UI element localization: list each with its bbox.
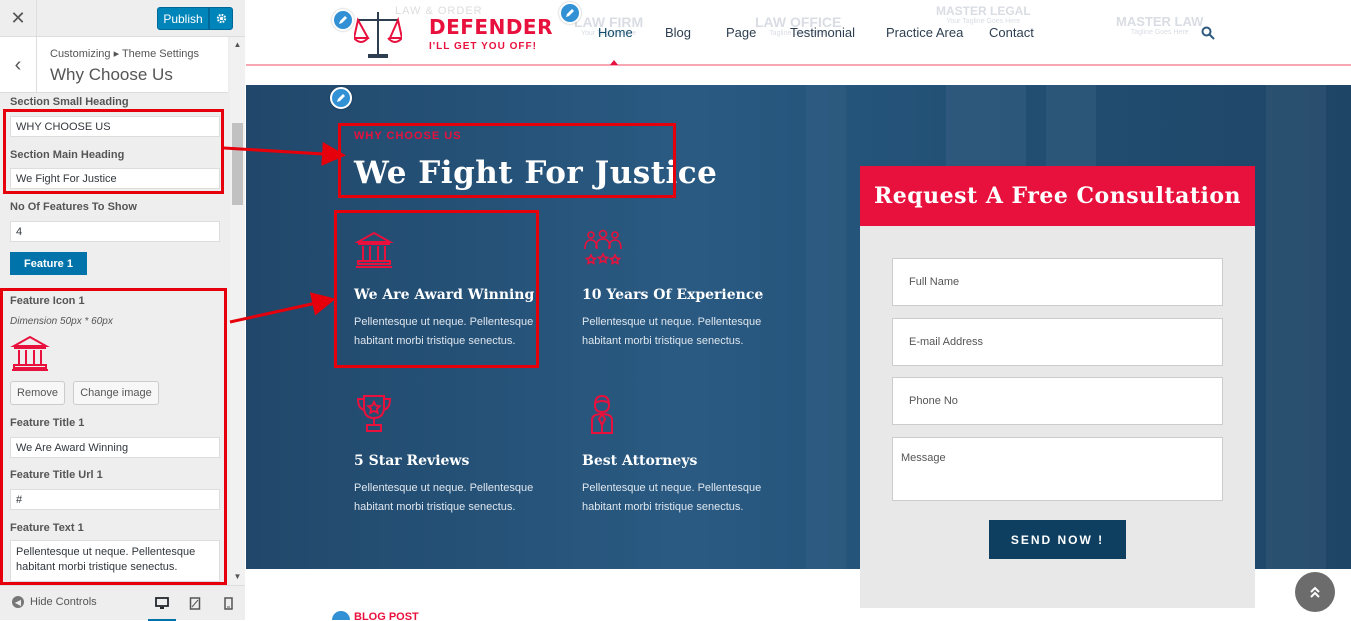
nav-practice-area[interactable]: Practice Area (886, 25, 963, 40)
ghost-logo-3: MASTER LEGAL Your Tagline Goes Here (936, 4, 1031, 25)
main-heading-label: Section Main Heading (10, 149, 125, 161)
scroll-down-icon[interactable]: ▼ (230, 570, 245, 582)
consultation-form: Request A Free Consultation Full Name E-… (860, 166, 1255, 608)
ghost-logo-name: MASTER LAW (1116, 14, 1204, 29)
small-heading-label: Section Small Heading (10, 96, 129, 108)
feature-title-label: Feature Title 1 (10, 417, 85, 429)
nav-page[interactable]: Page (726, 25, 756, 40)
feature-icon-label: Feature Icon 1 (10, 295, 85, 307)
ghost-logo-4: MASTER LAW Tagline Goes Here (1116, 14, 1203, 36)
ghost-logo-tag: Tagline Goes Here (1130, 29, 1189, 36)
edit-pencil-icon[interactable] (559, 2, 581, 24)
nav-testimonial[interactable]: Testimonial (790, 25, 855, 40)
ghost-logo-tag: Your Tagline Goes Here (946, 18, 1021, 25)
edit-pencil-icon[interactable] (332, 611, 350, 620)
courthouse-icon (10, 333, 50, 373)
tablet-preview-icon[interactable] (188, 596, 202, 610)
desktop-preview-icon[interactable] (148, 596, 176, 621)
trophy-icon (354, 393, 394, 435)
feature-title[interactable]: 5 Star Reviews (354, 453, 469, 469)
feature-1-button[interactable]: Feature 1 (10, 252, 87, 275)
courthouse-icon (354, 229, 394, 271)
small-heading-input[interactable]: WHY CHOOSE US (10, 116, 220, 137)
edit-pencil-icon[interactable] (332, 9, 354, 31)
edit-pencil-icon[interactable] (330, 87, 352, 109)
back-arrow-icon[interactable]: ‹ (0, 37, 37, 93)
scrollbar-track[interactable] (230, 37, 245, 585)
feature-title-input[interactable]: We Are Award Winning (10, 437, 220, 458)
scrollbar-thumb[interactable] (232, 123, 243, 205)
publish-button[interactable]: Publish (157, 7, 209, 30)
scroll-up-icon[interactable]: ▲ (230, 38, 245, 50)
feature-title[interactable]: 10 Years Of Experience (582, 287, 763, 303)
feature-count-label: No Of Features To Show (10, 201, 137, 213)
feature-text: Pellentesque ut neque. Pellentesque habi… (354, 316, 534, 347)
customizer-panel: ✕ Publish ‹ Customizing ▸ Theme Settings… (0, 0, 245, 621)
feature-title[interactable]: Best Attorneys (582, 453, 697, 469)
attorney-icon (582, 393, 622, 435)
logo-name[interactable]: DEFENDER (429, 15, 553, 39)
blog-post-heading: BLOG POST (354, 611, 419, 620)
message-textarea[interactable]: Message (892, 437, 1223, 501)
hide-controls-button[interactable]: ◀ Hide Controls (12, 596, 97, 608)
feature-count-input[interactable]: 4 (10, 221, 220, 242)
feature-text: Pellentesque ut neque. Pellentesque habi… (354, 482, 534, 513)
section-header: ‹ Customizing ▸ Theme Settings Why Choos… (0, 37, 228, 93)
gear-icon[interactable] (209, 7, 233, 30)
customizer-topbar: ✕ Publish (0, 0, 245, 37)
breadcrumb: Customizing ▸ Theme Settings (50, 48, 199, 60)
send-button[interactable]: SEND NOW ! (989, 520, 1126, 559)
mobile-preview-icon[interactable] (221, 596, 235, 610)
feature-text: Pellentesque ut neque. Pellentesque habi… (582, 316, 762, 347)
section-title: Why Choose Us (50, 65, 173, 84)
feature-title[interactable]: We Are Award Winning (354, 287, 534, 303)
background-pillar (1266, 85, 1326, 569)
customizer-footer: ◀ Hide Controls (0, 585, 245, 621)
remove-image-button[interactable]: Remove (10, 381, 65, 405)
nav-home[interactable]: Home (598, 25, 633, 40)
feature-url-input[interactable]: # (10, 489, 220, 510)
site-preview: LAW & ORDER DEFENDER I'LL GET YOU OFF! L… (246, 0, 1351, 620)
feature-text: Pellentesque ut neque. Pellentesque habi… (582, 482, 762, 513)
feature-text-input[interactable]: Pellentesque ut neque. Pellentesque habi… (10, 540, 220, 582)
active-nav-indicator (610, 60, 618, 65)
form-title: Request A Free Consultation (860, 166, 1255, 226)
nav-blog[interactable]: Blog (665, 25, 691, 40)
section-main-heading: We Fight For Justice (354, 155, 718, 191)
hide-controls-label: Hide Controls (30, 596, 97, 608)
full-name-input[interactable]: Full Name (892, 258, 1223, 306)
change-image-button[interactable]: Change image (73, 381, 159, 405)
phone-input[interactable]: Phone No (892, 377, 1223, 425)
ghost-logo-name: MASTER LEGAL (936, 4, 1031, 18)
email-input[interactable]: E-mail Address (892, 318, 1223, 366)
feature-url-label: Feature Title Url 1 (10, 469, 103, 481)
scroll-to-top-icon[interactable] (1295, 572, 1335, 612)
collapse-icon: ◀ (12, 596, 24, 608)
search-icon[interactable] (1201, 26, 1215, 40)
background-pillar (806, 85, 846, 569)
main-heading-input[interactable]: We Fight For Justice (10, 168, 220, 189)
close-icon[interactable]: ✕ (0, 0, 37, 37)
team-icon (582, 229, 622, 271)
section-small-heading: WHY CHOOSE US (354, 130, 462, 142)
logo-tagline: I'LL GET YOU OFF! (429, 41, 537, 52)
site-header: LAW & ORDER DEFENDER I'LL GET YOU OFF! L… (246, 0, 1351, 66)
nav-contact[interactable]: Contact (989, 25, 1034, 40)
icon-dimension-hint: Dimension 50px * 60px (10, 316, 113, 327)
feature-text-label: Feature Text 1 (10, 522, 84, 534)
